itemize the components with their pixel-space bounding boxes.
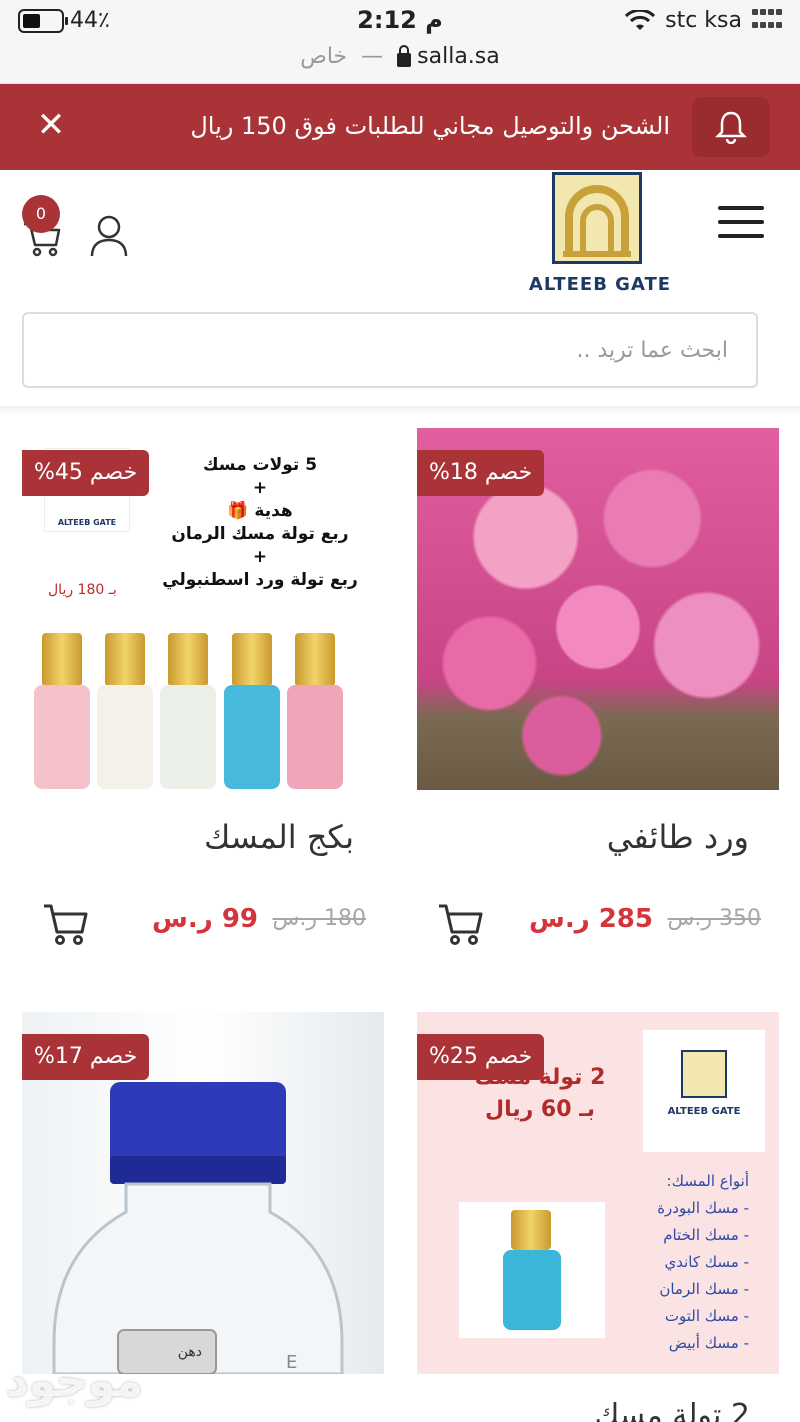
logo-emblem — [552, 172, 642, 264]
musk-types-list: أنواع المسك: - مسك البودرة - مسك الختام … — [657, 1172, 749, 1352]
separator: — — [361, 44, 384, 69]
sale-price: 285 ر.س — [528, 904, 653, 934]
bell-icon — [715, 111, 747, 144]
product-name[interactable]: 2 تولة مسك — [595, 1398, 750, 1422]
network-status: stc ksa — [625, 8, 786, 33]
product-name[interactable]: ورد طائفي — [607, 818, 749, 856]
private-label: خاص — [300, 44, 348, 69]
price-row: 99 ر.س 180 ر.س — [22, 898, 384, 948]
domain: salla.sa — [397, 44, 500, 69]
promo-text: 5 تولات مسك + هدية 🎁 ربع تولة مسك الرمان… — [162, 455, 358, 590]
promo-logo: ALTEEB GATE — [643, 1030, 765, 1152]
discount-badge: خصم 17% — [22, 1034, 150, 1080]
search-box[interactable] — [22, 312, 758, 388]
product-image-musk-package[interactable]: ALTEEB GATE 5 تولات مسك + هدية 🎁 ربع تول… — [22, 428, 384, 790]
address-bar[interactable]: خاص — salla.sa — [0, 44, 800, 69]
sale-price: 99 ر.س — [152, 904, 258, 934]
store-logo[interactable]: ALTEEB GATE — [528, 172, 672, 297]
site-header: 0 ALTEEB GATE — [0, 170, 800, 300]
close-icon[interactable]: ✕ — [30, 104, 72, 146]
promo-price-tag: بـ 180 ريال — [48, 582, 117, 598]
search-input[interactable] — [24, 314, 756, 386]
svg-text:E: E — [286, 1352, 297, 1373]
announcement-text: الشحن والتوصيل مجاني للطلبات فوق 150 ريا… — [190, 112, 670, 140]
product-card[interactable]: ALTEEB GATE 2 تولة مسك بـ 60 ريال أنواع … — [417, 1012, 779, 1374]
product-card[interactable]: ALTEEB GATE 5 تولات مسك + هدية 🎁 ربع تول… — [22, 428, 384, 945]
perfume-bottle — [459, 1202, 605, 1338]
price-row: 285 ر.س 350 ر.س — [417, 898, 779, 948]
original-price: 350 ر.س — [667, 906, 761, 931]
wifi-icon — [625, 9, 656, 30]
divider — [0, 406, 800, 414]
hamburger-icon — [718, 206, 764, 210]
notification-button[interactable] — [692, 97, 770, 157]
product-card[interactable]: دهن E خصم 17% — [22, 1012, 384, 1374]
lock-icon — [397, 44, 412, 67]
signal-icon — [752, 8, 786, 33]
original-price: 180 ر.س — [272, 906, 366, 931]
perfume-bottles — [32, 633, 343, 790]
announcement-bar: ✕ الشحن والتوصيل مجاني للطلبات فوق 150 ر… — [0, 84, 800, 170]
status-bar: 44٪ 2:12 م خاص — salla.sa stc ksa — [0, 0, 800, 84]
product-image-musk-offer[interactable]: ALTEEB GATE 2 تولة مسك بـ 60 ريال أنواع … — [417, 1012, 779, 1374]
discount-badge: خصم 25% — [417, 1034, 545, 1080]
logo-text: ALTEEB GATE — [528, 274, 672, 295]
svg-text:دهن: دهن — [178, 1344, 202, 1360]
discount-badge: خصم 45% — [22, 450, 150, 496]
product-card[interactable]: خصم 18% ورد طائفي 285 ر.س 350 ر.س — [417, 428, 779, 945]
product-name[interactable]: بكج المسك — [204, 818, 354, 856]
discount-badge: خصم 18% — [417, 450, 545, 496]
product-image-roses[interactable]: خصم 18% — [417, 428, 779, 790]
menu-button[interactable] — [718, 206, 764, 240]
cart-count-badge[interactable]: 0 — [22, 195, 60, 233]
add-to-cart-icon[interactable] — [42, 900, 90, 946]
watermark: موجود — [6, 1356, 143, 1407]
product-image-oil-bottle[interactable]: دهن E خصم 17% — [22, 1012, 384, 1374]
user-icon[interactable] — [88, 214, 130, 258]
add-to-cart-icon[interactable] — [437, 900, 485, 946]
domain-text: salla.sa — [417, 44, 500, 69]
carrier-name: stc ksa — [665, 8, 742, 33]
